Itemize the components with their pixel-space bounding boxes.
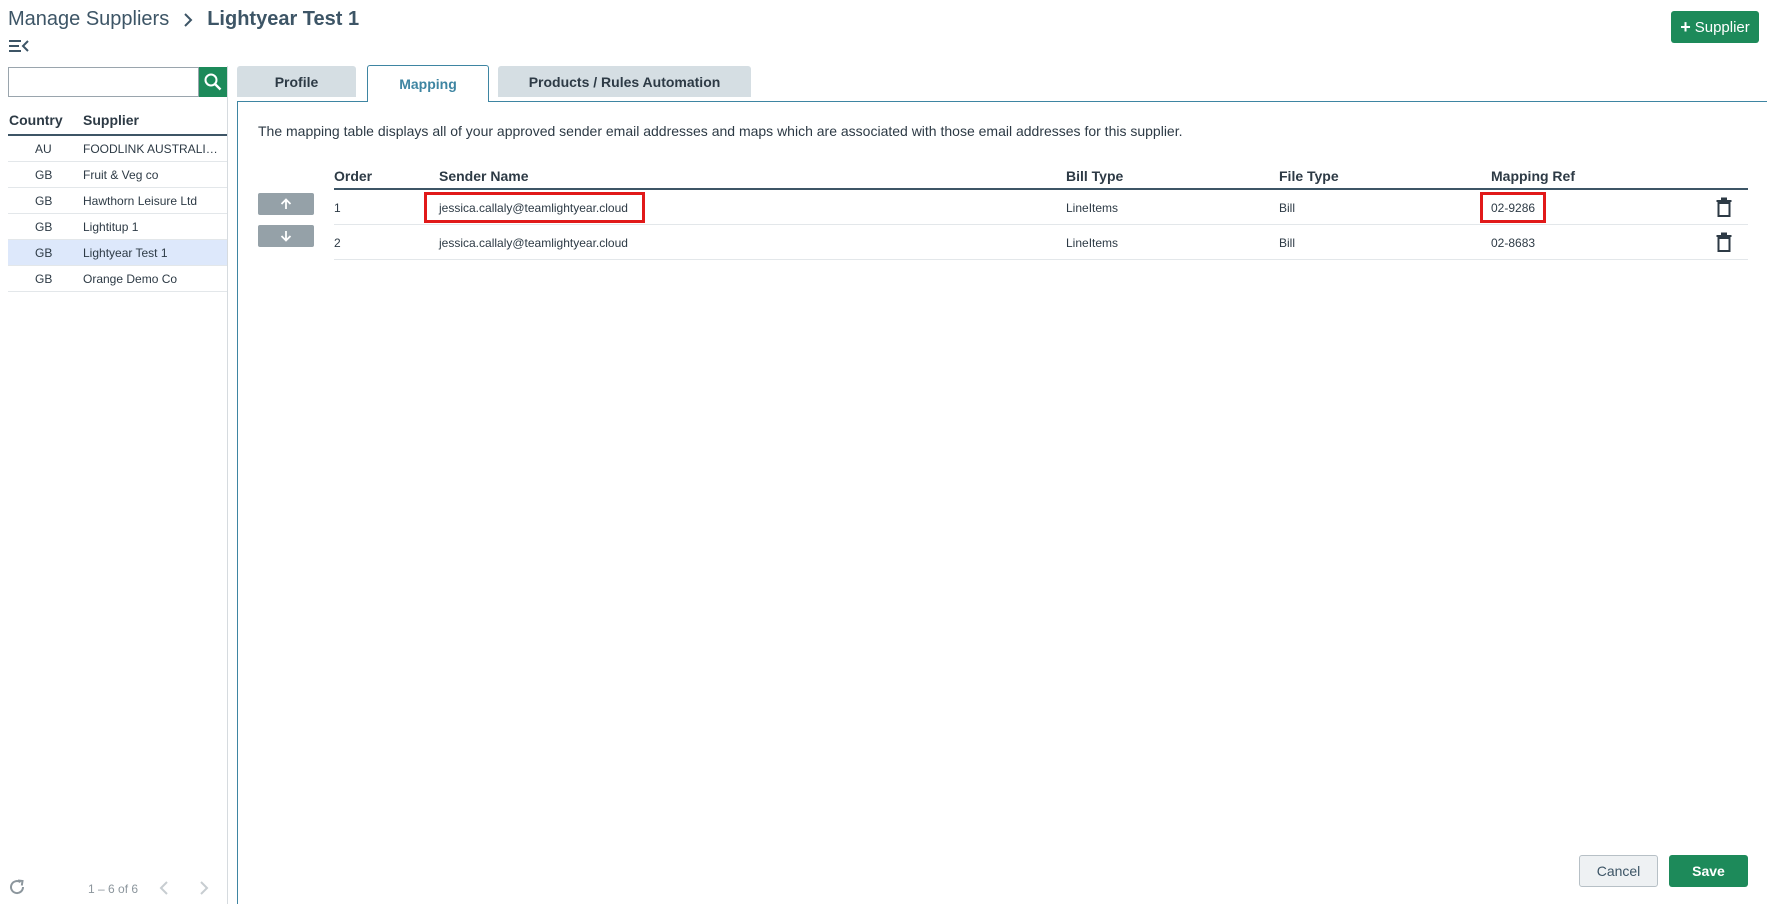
pager-range: 1 – 6 of 6 bbox=[88, 882, 139, 896]
column-header-order: Order bbox=[334, 168, 373, 184]
supplier-country: GB bbox=[35, 272, 53, 286]
plus-icon: + bbox=[1680, 17, 1691, 37]
supplier-row[interactable]: GB Fruit & Veg co bbox=[8, 162, 227, 188]
order-cell: 2 bbox=[334, 236, 341, 250]
supplier-row[interactable]: GB Lightitup 1 bbox=[8, 214, 227, 240]
add-supplier-button[interactable]: + Supplier bbox=[1671, 11, 1759, 43]
arrow-down-icon bbox=[280, 231, 292, 242]
file-type-cell: Bill bbox=[1279, 201, 1296, 215]
arrow-up-icon bbox=[280, 198, 292, 209]
tab-products-rules-automation[interactable]: Products / Rules Automation bbox=[498, 66, 751, 97]
supplier-list: AU FOODLINK AUSTRALIA PTY LTD GB Fruit &… bbox=[8, 136, 227, 292]
order-cell: 1 bbox=[334, 201, 341, 215]
mapping-description: The mapping table displays all of your a… bbox=[258, 123, 1183, 139]
supplier-row[interactable]: GB Orange Demo Co bbox=[8, 266, 227, 292]
column-header-file-type: File Type bbox=[1279, 168, 1339, 184]
page-title: Lightyear Test 1 bbox=[207, 8, 360, 30]
supplier-name: Orange Demo Co bbox=[83, 272, 178, 286]
supplier-country: GB bbox=[35, 246, 53, 260]
breadcrumb: Manage Suppliers Lightyear Test 1 bbox=[8, 8, 359, 31]
tab-profile[interactable]: Profile bbox=[237, 66, 356, 97]
mapping-table-header: Order Sender Name Bill Type File Type Ma… bbox=[334, 166, 1748, 190]
bill-type-cell: LineItems bbox=[1066, 201, 1119, 215]
mapping-row[interactable]: 1 jessica.callaly@teamlightyear.cloud Li… bbox=[334, 191, 1748, 225]
supplier-country: AU bbox=[35, 142, 52, 156]
supplier-row-selected[interactable]: GB Lightyear Test 1 bbox=[8, 240, 227, 266]
chevron-right-icon bbox=[175, 12, 201, 27]
sender-name-cell: jessica.callaly@teamlightyear.cloud bbox=[439, 236, 628, 250]
column-header-supplier[interactable]: Supplier bbox=[83, 112, 139, 128]
move-down-button[interactable] bbox=[258, 225, 314, 247]
supplier-country: GB bbox=[35, 168, 53, 182]
mapping-row[interactable]: 2 jessica.callaly@teamlightyear.cloud Li… bbox=[334, 226, 1748, 260]
search-button[interactable] bbox=[199, 67, 227, 97]
file-type-cell: Bill bbox=[1279, 236, 1296, 250]
breadcrumb-manage-suppliers[interactable]: Manage Suppliers bbox=[8, 8, 169, 31]
supplier-row[interactable]: AU FOODLINK AUSTRALIA PTY LTD bbox=[8, 136, 227, 162]
refresh-icon[interactable] bbox=[8, 878, 26, 896]
column-header-sender-name: Sender Name bbox=[439, 168, 529, 184]
mapping-ref-cell: 02-8683 bbox=[1491, 236, 1536, 250]
trash-icon[interactable] bbox=[1716, 197, 1732, 217]
supplier-list-header: Country Supplier bbox=[8, 108, 227, 136]
cancel-button[interactable]: Cancel bbox=[1579, 855, 1658, 887]
tab-mapping[interactable]: Mapping bbox=[367, 65, 489, 102]
supplier-name: Lightyear Test 1 bbox=[83, 246, 168, 260]
move-up-button[interactable] bbox=[258, 193, 314, 215]
column-header-country[interactable]: Country bbox=[9, 112, 63, 128]
mapping-ref-cell: 02-9286 bbox=[1491, 201, 1536, 215]
supplier-name: Hawthorn Leisure Ltd bbox=[83, 194, 198, 208]
menu-collapse-icon[interactable] bbox=[9, 38, 31, 56]
add-supplier-label: Supplier bbox=[1694, 18, 1750, 36]
column-header-mapping-ref: Mapping Ref bbox=[1491, 168, 1575, 184]
column-header-bill-type: Bill Type bbox=[1066, 168, 1124, 184]
supplier-row[interactable]: GB Hawthorn Leisure Ltd bbox=[8, 188, 227, 214]
chevron-right-icon[interactable] bbox=[197, 880, 211, 896]
chevron-left-icon[interactable] bbox=[157, 880, 171, 896]
supplier-name: Fruit & Veg co bbox=[83, 168, 159, 182]
bill-type-cell: LineItems bbox=[1066, 236, 1119, 250]
save-button[interactable]: Save bbox=[1669, 855, 1748, 887]
supplier-name: Lightitup 1 bbox=[83, 220, 139, 234]
supplier-country: GB bbox=[35, 194, 53, 208]
supplier-search-input[interactable] bbox=[8, 67, 199, 97]
supplier-name: FOODLINK AUSTRALIA PTY LTD bbox=[83, 142, 223, 156]
search-icon bbox=[204, 73, 222, 91]
trash-icon[interactable] bbox=[1716, 232, 1732, 252]
supplier-country: GB bbox=[35, 220, 53, 234]
sidebar-divider bbox=[227, 66, 228, 904]
sender-name-cell: jessica.callaly@teamlightyear.cloud bbox=[439, 201, 628, 215]
